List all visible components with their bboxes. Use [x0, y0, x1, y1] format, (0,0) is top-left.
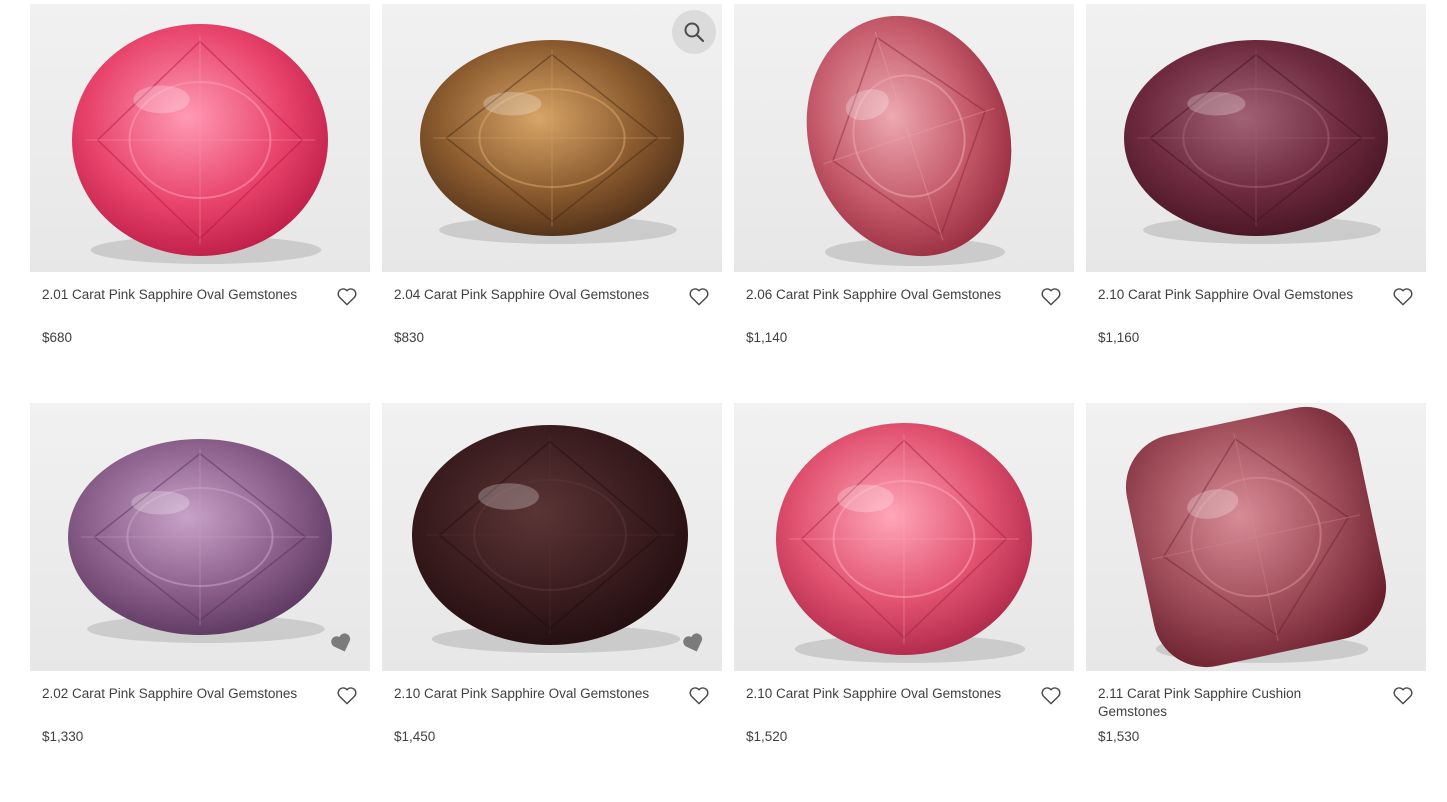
- heart-outline-icon[interactable]: [1392, 685, 1414, 705]
- product-price: $830: [394, 330, 425, 345]
- product-grid: 2.01 Carat Pink Sapphire Oval Gemstones …: [30, 4, 1426, 802]
- product-title[interactable]: 2.10 Carat Pink Sapphire Oval Gemstones: [746, 685, 1016, 703]
- product-price: $1,140: [746, 330, 788, 345]
- product-card[interactable]: 2.01 Carat Pink Sapphire Oval Gemstones …: [30, 4, 370, 403]
- heart-outline-icon[interactable]: [336, 286, 358, 306]
- product-title[interactable]: 2.01 Carat Pink Sapphire Oval Gemstones: [42, 286, 312, 304]
- product-card[interactable]: 2.10 Carat Pink Sapphire Oval Gemstones …: [734, 403, 1074, 802]
- product-card[interactable]: 2.02 Carat Pink Sapphire Oval Gemstones …: [30, 403, 370, 802]
- product-card[interactable]: 2.06 Carat Pink Sapphire Oval Gemstones …: [734, 4, 1074, 403]
- product-image[interactable]: [30, 403, 370, 671]
- product-title[interactable]: 2.10 Carat Pink Sapphire Oval Gemstones: [1098, 286, 1368, 304]
- gemstone-image: [1125, 406, 1387, 668]
- product-image[interactable]: [382, 403, 722, 671]
- product-title[interactable]: 2.02 Carat Pink Sapphire Oval Gemstones: [42, 685, 312, 703]
- product-card[interactable]: 2.11 Carat Pink Sapphire Cushion Gemston…: [1086, 403, 1426, 802]
- product-price: $1,530: [1098, 729, 1140, 744]
- product-image[interactable]: [382, 4, 722, 272]
- product-image[interactable]: [734, 403, 1074, 671]
- heart-filled-icon[interactable]: [330, 631, 354, 655]
- heart-outline-icon[interactable]: [1040, 685, 1062, 705]
- gemstone-image: [412, 425, 688, 653]
- product-title[interactable]: 2.11 Carat Pink Sapphire Cushion Gemston…: [1098, 685, 1368, 721]
- gemstone-image: [72, 24, 328, 264]
- gemstone-image: [68, 439, 332, 643]
- product-card[interactable]: 2.10 Carat Pink Sapphire Oval Gemstones …: [1086, 4, 1426, 403]
- product-card[interactable]: 2.04 Carat Pink Sapphire Oval Gemstones …: [382, 4, 722, 403]
- gemstone-image: [420, 40, 684, 244]
- product-title[interactable]: 2.06 Carat Pink Sapphire Oval Gemstones: [746, 286, 1016, 304]
- product-price: $680: [42, 330, 73, 345]
- heart-outline-icon[interactable]: [336, 685, 358, 705]
- product-card[interactable]: 2.10 Carat Pink Sapphire Oval Gemstones …: [382, 403, 722, 802]
- product-image[interactable]: [1086, 4, 1426, 272]
- gemstone-image: [776, 423, 1032, 663]
- zoom-button[interactable]: [672, 10, 716, 54]
- product-image[interactable]: [734, 4, 1074, 272]
- heart-outline-icon[interactable]: [1392, 286, 1414, 306]
- product-price: $1,160: [1098, 330, 1140, 345]
- product-price: $1,330: [42, 729, 84, 744]
- heart-outline-icon[interactable]: [688, 286, 710, 306]
- heart-outline-icon[interactable]: [1040, 286, 1062, 306]
- product-title[interactable]: 2.10 Carat Pink Sapphire Oval Gemstones: [394, 685, 664, 703]
- product-title[interactable]: 2.04 Carat Pink Sapphire Oval Gemstones: [394, 286, 664, 304]
- gemstone-image: [806, 15, 1012, 266]
- magnifier-icon: [684, 22, 705, 43]
- heart-outline-icon[interactable]: [688, 685, 710, 705]
- product-image[interactable]: [1086, 403, 1426, 671]
- product-price: $1,520: [746, 729, 788, 744]
- product-image[interactable]: [30, 4, 370, 272]
- gemstone-image: [1124, 40, 1388, 244]
- product-price: $1,450: [394, 729, 436, 744]
- heart-filled-icon[interactable]: [682, 631, 706, 655]
